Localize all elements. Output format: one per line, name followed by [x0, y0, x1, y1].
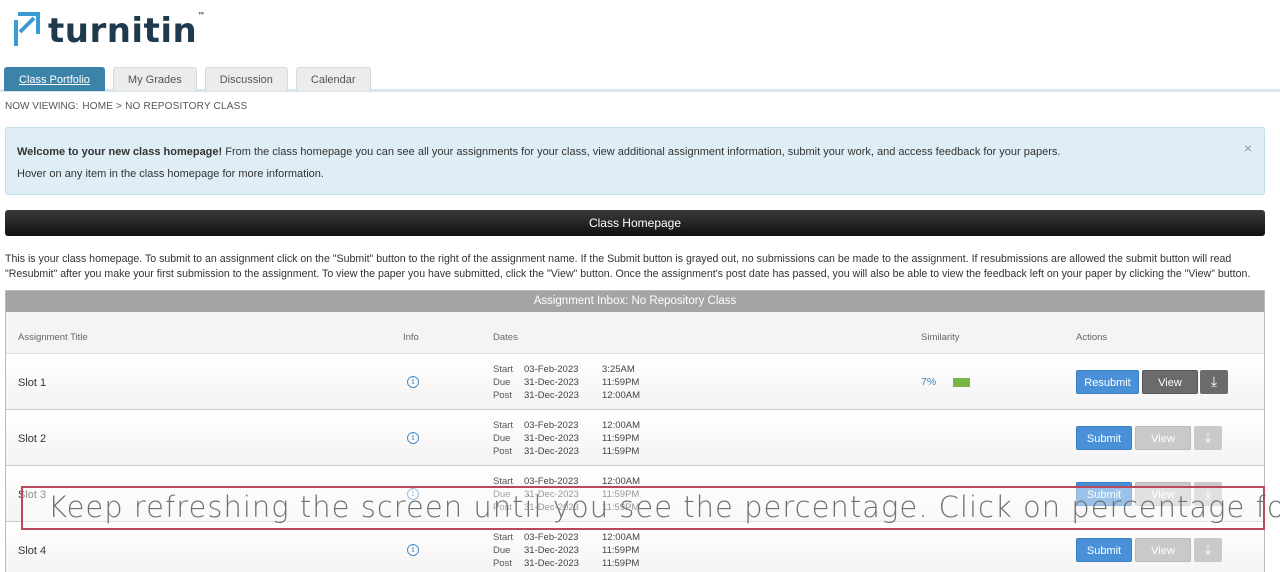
start-time: 12:00AM	[602, 532, 641, 543]
download-icon[interactable]: ⤓	[1200, 370, 1228, 394]
header-dates: Dates	[493, 332, 518, 343]
download-icon[interactable]: ⤓	[1194, 538, 1222, 562]
caption-text: Keep refreshing the screen until you see…	[48, 490, 1280, 524]
start-label: Start	[493, 532, 514, 543]
header-info: Info	[403, 332, 419, 343]
post-date: 31-Dec-2023	[524, 446, 579, 458]
turnitin-logo[interactable]: turnitin™	[12, 10, 206, 52]
welcome-heading: Welcome to your new class homepage!	[17, 146, 223, 158]
view-button[interactable]: View	[1135, 426, 1191, 450]
due-date: 31-Dec-2023	[524, 433, 579, 445]
resubmit-button[interactable]: Resubmit	[1076, 370, 1139, 394]
info-icon[interactable]: i	[407, 432, 419, 444]
assignment-title: Slot 4	[18, 545, 47, 557]
close-icon[interactable]: ×	[1244, 137, 1252, 159]
due-time: 11:59PM	[602, 545, 640, 557]
due-time: 11:59PM	[602, 433, 640, 445]
due-date: 31-Dec-2023	[524, 545, 579, 557]
start-date: 03-Feb-2023	[524, 420, 579, 431]
class-homepage-bar: Class Homepage	[5, 210, 1265, 236]
start-label: Start	[493, 364, 514, 375]
view-button[interactable]: View	[1142, 370, 1198, 394]
tab-calendar[interactable]: Calendar	[295, 67, 371, 91]
view-button[interactable]: View	[1135, 538, 1191, 562]
post-date: 31-Dec-2023	[524, 390, 579, 402]
due-time: 11:59PM	[602, 377, 640, 389]
start-date: 03-Feb-2023	[524, 364, 579, 375]
breadcrumb: NOW VIEWING: HOME > NO REPOSITORY CLASS	[5, 101, 247, 112]
intro-text: This is your class homepage. To submit t…	[5, 253, 1251, 280]
info-icon[interactable]: i	[407, 544, 419, 556]
start-date: 03-Feb-2023	[524, 532, 579, 543]
due-label: Due	[493, 377, 511, 389]
assignment-dates: Start 03-Feb-2023 3:25AM Due 31-Dec-2023 11:…	[493, 363, 640, 403]
post-label: Post	[493, 446, 513, 458]
header: turnitin™	[0, 0, 1280, 66]
table-row: Slot 2 i Start 03-Feb-2023 12:00AM Due 31-D…	[6, 410, 1264, 466]
assignment-dates: Start 03-Feb-2023 12:00AM Due 31-Dec-2023 11…	[493, 419, 640, 459]
submit-button[interactable]: Submit	[1076, 426, 1132, 450]
welcome-text: From the class homepage you can see all …	[222, 146, 1061, 158]
welcome-message: Welcome to your new class homepage! From…	[5, 127, 1265, 195]
start-time: 3:25AM	[602, 364, 635, 375]
due-label: Due	[493, 433, 511, 445]
start-time: 12:00AM	[602, 420, 641, 431]
header-actions: Actions	[1076, 332, 1108, 343]
turnitin-logo-icon	[14, 12, 40, 46]
post-label: Post	[493, 390, 513, 402]
header-assignment-title: Assignment Title	[18, 332, 88, 343]
welcome-hover-text: Hover on any item in the class homepage …	[17, 168, 324, 180]
post-time: 11:59PM	[602, 558, 640, 570]
due-date: 31-Dec-2023	[524, 377, 579, 389]
download-icon[interactable]: ⤓	[1194, 426, 1222, 450]
breadcrumb-prefix: NOW VIEWING:	[5, 101, 79, 112]
header-similarity: Similarity	[921, 332, 960, 343]
table-row: Slot 1 i Start 03-Feb-2023 3:25AM Due 31-De…	[6, 354, 1264, 410]
similarity-percentage[interactable]: 7%	[921, 376, 936, 388]
post-label: Post	[493, 558, 513, 570]
info-icon[interactable]: i	[407, 376, 419, 388]
submit-button[interactable]: Submit	[1076, 538, 1132, 562]
page: turnitin™ Class Portfolio My Grades Disc…	[0, 0, 1280, 572]
tab-my-grades[interactable]: My Grades	[112, 67, 197, 91]
table-header: Assignment Title Info Dates Similarity A…	[6, 312, 1264, 354]
video-caption-overlay: Keep refreshing the screen until you see…	[21, 486, 1280, 530]
start-label: Start	[493, 420, 514, 431]
logo-text: turnitin™	[48, 11, 206, 51]
inbox-title: Assignment Inbox: No Repository Class	[6, 291, 1264, 312]
assignment-title: Slot 2	[18, 433, 47, 445]
tab-bar: Class Portfolio My Grades Discussion Cal…	[0, 67, 1280, 92]
tab-discussion[interactable]: Discussion	[204, 67, 288, 91]
tab-class-portfolio[interactable]: Class Portfolio	[4, 67, 105, 91]
assignment-dates: Start 03-Feb-2023 12:00AM Due 31-Dec-2023 11…	[493, 531, 640, 571]
post-time: 11:59PM	[602, 446, 640, 458]
post-time: 12:00AM	[602, 390, 641, 402]
breadcrumb-path[interactable]: HOME > NO REPOSITORY CLASS	[82, 101, 247, 112]
post-date: 31-Dec-2023	[524, 558, 579, 570]
due-label: Due	[493, 545, 511, 557]
assignment-title: Slot 1	[18, 377, 47, 389]
similarity-bar[interactable]	[953, 378, 970, 387]
